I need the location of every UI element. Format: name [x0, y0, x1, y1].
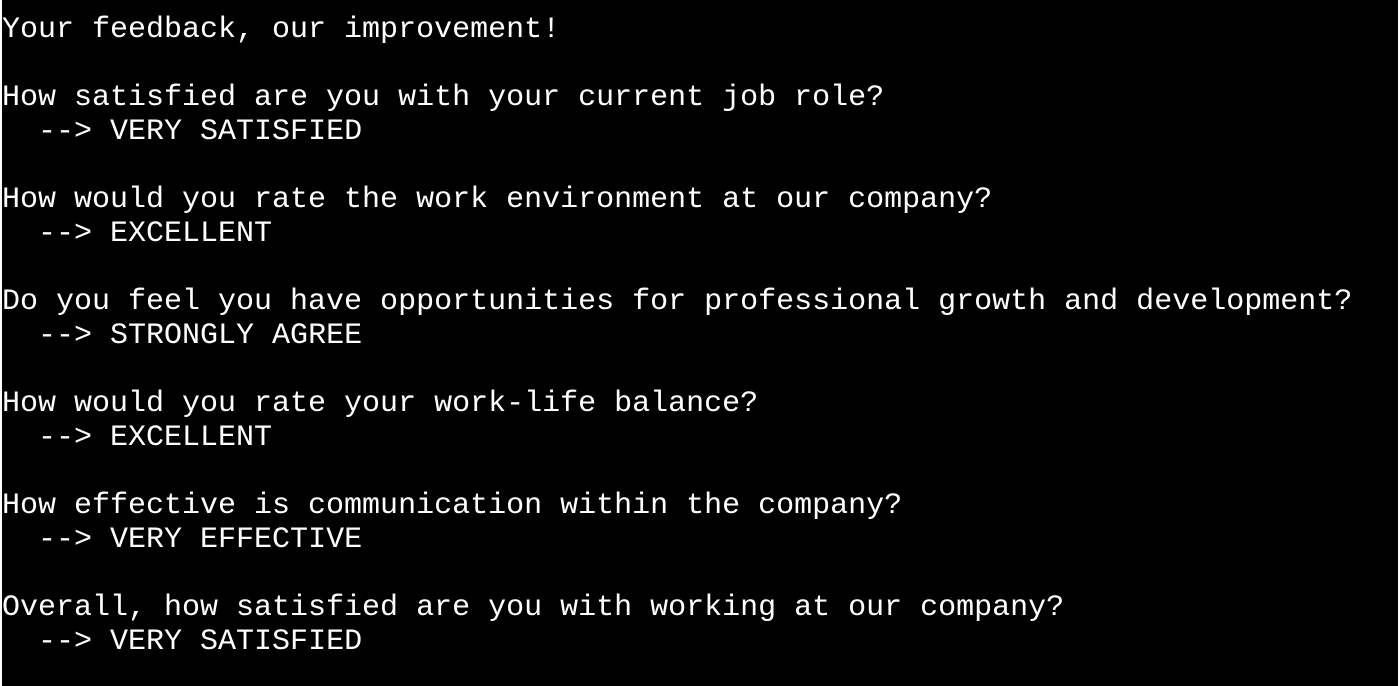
answer-3: --> STRONGLY AGREE — [2, 319, 1398, 353]
answer-value: EXCELLENT — [110, 421, 273, 455]
arrow-prefix: --> — [38, 217, 93, 251]
answer-5: --> VERY EFFECTIVE — [2, 523, 1398, 557]
answer-value: VERY SATISFIED — [110, 625, 363, 659]
arrow-prefix: --> — [38, 115, 93, 149]
question-1: How satisfied are you with your current … — [2, 81, 885, 115]
question-2: How would you rate the work environment … — [2, 183, 993, 217]
answer-1: --> VERY SATISFIED — [2, 115, 1398, 149]
answer-2: --> EXCELLENT — [2, 217, 1398, 251]
answer-value: VERY EFFECTIVE — [110, 523, 363, 557]
answer-value: VERY SATISFIED — [110, 115, 363, 149]
arrow-prefix: --> — [38, 625, 93, 659]
answer-value: EXCELLENT — [110, 217, 273, 251]
intro-text: Your feedback, our improvement! — [2, 13, 561, 47]
terminal-window: Your feedback, our improvement! How sati… — [2, 0, 1398, 686]
arrow-prefix: --> — [38, 319, 93, 353]
question-5: How effective is communication within th… — [2, 489, 903, 523]
answer-6: --> VERY SATISFIED — [2, 625, 1398, 659]
answer-4: --> EXCELLENT — [2, 421, 1398, 455]
question-6: Overall, how satisfied are you with work… — [2, 591, 1065, 625]
answer-value: STRONGLY AGREE — [110, 319, 363, 353]
arrow-prefix: --> — [38, 523, 93, 557]
question-4: How would you rate your work-life balanc… — [2, 387, 759, 421]
arrow-prefix: --> — [38, 421, 93, 455]
question-3: Do you feel you have opportunities for p… — [2, 285, 1353, 319]
